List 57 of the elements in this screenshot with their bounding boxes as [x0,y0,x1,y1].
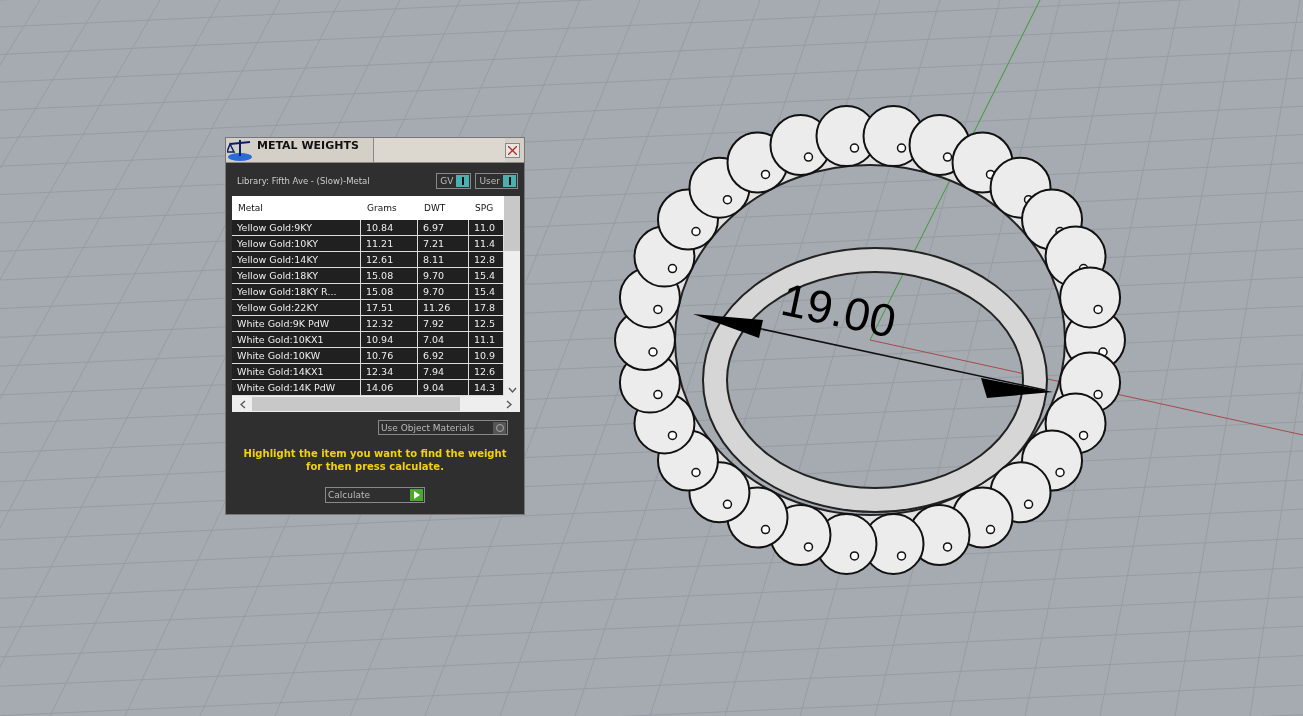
table-cell[interactable]: 11.1 [469,332,504,348]
table-cell[interactable]: 7.94 [418,364,469,380]
table-cell[interactable]: 6.97 [418,220,469,236]
table-cell[interactable]: 12.8 [469,252,504,268]
horizontal-scrollbar[interactable] [232,396,520,412]
table-cell[interactable]: 10.9 [469,348,504,364]
table-cell[interactable]: White Gold:10KW [232,348,361,364]
use-object-materials-toggle[interactable]: Use Object Materials [378,420,508,435]
scale-icon [227,138,253,162]
table-cell[interactable]: 8.11 [418,252,469,268]
table-cell[interactable]: 12.6 [469,364,504,380]
table-cell[interactable]: 11.4 [469,236,504,252]
calculate-button[interactable]: Calculate [325,487,425,503]
table-cell[interactable]: Yellow Gold:10KY [232,236,361,252]
table-cell[interactable]: 12.32 [361,316,418,332]
table-cell[interactable]: White Gold:14KX1 [232,364,361,380]
play-icon [413,491,420,499]
table-cell[interactable]: 12.61 [361,252,418,268]
toggle-button[interactable]: User [475,173,518,189]
table-cell[interactable]: 12.34 [361,364,418,380]
table-cell[interactable]: 17.8 [469,300,504,316]
vertical-scrollbar[interactable] [504,196,520,396]
table-cell[interactable]: 11.21 [361,236,418,252]
table-cell[interactable]: 15.4 [469,268,504,284]
table-cell[interactable]: 15.4 [469,284,504,300]
table-cell[interactable]: 7.04 [418,332,469,348]
table-cell[interactable]: 15.08 [361,284,418,300]
table-cell[interactable]: 15.08 [361,268,418,284]
table-cell[interactable]: 14.06 [361,380,418,396]
table-cell[interactable]: Yellow Gold:18KY R... [232,284,361,300]
toggle-button[interactable]: GV [436,173,472,189]
table-cell[interactable]: 7.21 [418,236,469,252]
table-cell[interactable]: 11.0 [469,220,504,236]
table-cell[interactable]: 9.70 [418,268,469,284]
table-cell[interactable]: 10.76 [361,348,418,364]
table-cell[interactable]: 17.51 [361,300,418,316]
table-cell[interactable]: White Gold:14K PdW [232,380,361,396]
table-cell[interactable]: 7.92 [418,316,469,332]
table-cell[interactable]: 6.92 [418,348,469,364]
table-cell[interactable]: 9.04 [418,380,469,396]
table-cell[interactable]: Yellow Gold:18KY [232,268,361,284]
table-cell[interactable]: White Gold:10KX1 [232,332,361,348]
table-cell[interactable]: White Gold:9K PdW [232,316,361,332]
close-icon [508,145,517,155]
close-button[interactable] [505,142,520,158]
table-cell[interactable]: 10.84 [361,220,418,236]
table-cell[interactable]: 12.5 [469,316,504,332]
table-cell[interactable]: Yellow Gold:14KY [232,252,361,268]
table-cell[interactable]: 14.3 [469,380,504,396]
table-cell[interactable]: 9.70 [418,284,469,300]
instruction-text: Highlight the item you want to find the weight for then press calculate. [242,447,508,473]
table-cell[interactable]: 10.94 [361,332,418,348]
table-cell[interactable]: 11.26 [418,300,469,316]
table-cell[interactable]: Yellow Gold:9KY [232,220,361,236]
table-cell[interactable]: Yellow Gold:22KY [232,300,361,316]
dimension-text: 19.00 [776,272,901,349]
library-label: Library: Fifth Ave - (Slow)-Metal [236,176,371,186]
